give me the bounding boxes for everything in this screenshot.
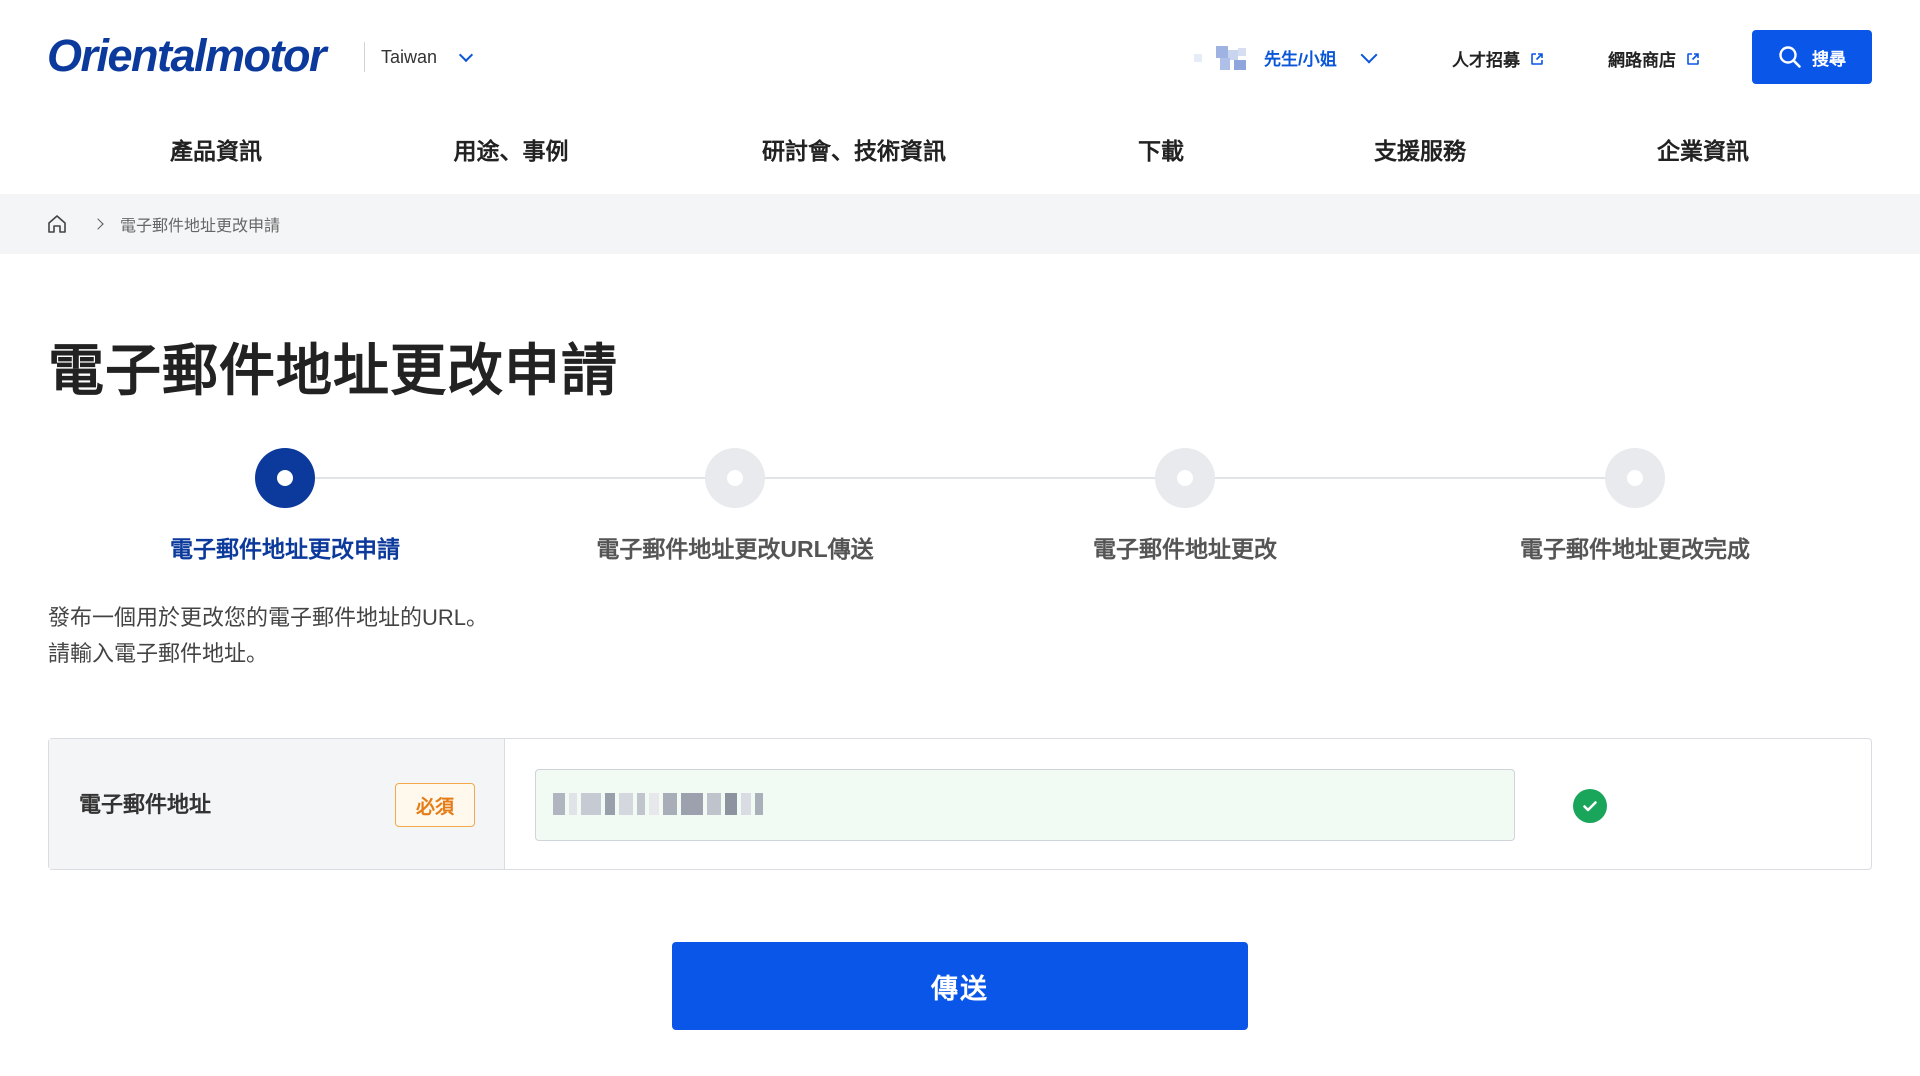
main-nav: 產品資訊 用途、事例 研討會、技術資訊 下載 支援服務 企業資訊 bbox=[0, 124, 1920, 168]
chevron-right-icon bbox=[92, 218, 104, 230]
region-selector[interactable]: Taiwan bbox=[364, 42, 474, 72]
stepper-track bbox=[315, 477, 1635, 479]
email-field-label: 電子郵件地址 bbox=[79, 792, 212, 817]
external-link-icon bbox=[1687, 52, 1699, 65]
progress-stepper: 電子郵件地址更改申請 電子郵件地址更改URL傳送 電子郵件地址更改 電子郵件地址… bbox=[0, 448, 1920, 568]
step-label: 電子郵件地址更改URL傳送 bbox=[596, 536, 874, 562]
chevron-down-icon bbox=[1360, 46, 1378, 63]
breadcrumb-current: 電子郵件地址更改申請 bbox=[120, 218, 281, 235]
nav-item-company[interactable]: 企業資訊 bbox=[1657, 132, 1749, 166]
submit-button[interactable]: 傳送 bbox=[672, 942, 1248, 1030]
site-header: Orientalmotor Taiwan 先生/小姐 人才招募 網路商店 搜尋 bbox=[0, 0, 1920, 112]
online-shop-link-label: 網路商店 bbox=[1608, 51, 1676, 70]
redacted-email-value bbox=[553, 793, 763, 815]
online-shop-link[interactable]: 網路商店 bbox=[1608, 46, 1700, 71]
form-input-cell bbox=[505, 739, 1871, 869]
valid-check-icon bbox=[1573, 789, 1607, 823]
required-badge: 必須 bbox=[395, 783, 475, 827]
oriental-motor-logo[interactable]: Orientalmotor bbox=[47, 30, 327, 82]
user-avatar bbox=[1190, 40, 1250, 74]
user-menu[interactable]: 先生/小姐 bbox=[1190, 40, 1378, 74]
email-form-row: 電子郵件地址 必須 bbox=[48, 738, 1872, 870]
page-title: 電子郵件地址更改申請 bbox=[48, 339, 618, 402]
breadcrumb: 電子郵件地址更改申請 bbox=[0, 194, 1920, 254]
form-label-cell: 電子郵件地址 必須 bbox=[49, 739, 505, 869]
chevron-down-icon bbox=[458, 47, 474, 62]
external-link-icon bbox=[1531, 52, 1543, 65]
recruit-link-label: 人才招募 bbox=[1452, 51, 1520, 70]
nav-item-downloads[interactable]: 下載 bbox=[1138, 132, 1184, 166]
user-name: 先生/小姐 bbox=[1264, 49, 1337, 69]
step-indicator bbox=[1155, 448, 1215, 508]
page-description: 發布一個用於更改您的電子郵件地址的URL。 請輸入電子郵件地址。 bbox=[48, 600, 488, 672]
search-button[interactable]: 搜尋 bbox=[1752, 30, 1872, 84]
nav-item-support[interactable]: 支援服務 bbox=[1374, 132, 1466, 166]
description-line: 請輸入電子郵件地址。 bbox=[48, 641, 269, 666]
nav-item-seminars[interactable]: 研討會、技術資訊 bbox=[762, 132, 946, 166]
nav-item-applications[interactable]: 用途、事例 bbox=[454, 132, 569, 166]
nav-item-products[interactable]: 產品資訊 bbox=[170, 132, 262, 166]
step-indicator bbox=[705, 448, 765, 508]
step-label: 電子郵件地址更改申請 bbox=[170, 536, 400, 562]
search-icon bbox=[1779, 46, 1801, 68]
step-label: 電子郵件地址更改 bbox=[1093, 536, 1277, 562]
region-label: Taiwan bbox=[381, 46, 438, 67]
step-indicator bbox=[255, 448, 315, 508]
description-line: 發布一個用於更改您的電子郵件地址的URL。 bbox=[48, 605, 489, 630]
step-label: 電子郵件地址更改完成 bbox=[1520, 536, 1750, 562]
recruit-link[interactable]: 人才招募 bbox=[1452, 46, 1544, 71]
step-indicator bbox=[1605, 448, 1665, 508]
search-button-label: 搜尋 bbox=[1812, 49, 1846, 69]
home-icon[interactable] bbox=[46, 213, 68, 235]
